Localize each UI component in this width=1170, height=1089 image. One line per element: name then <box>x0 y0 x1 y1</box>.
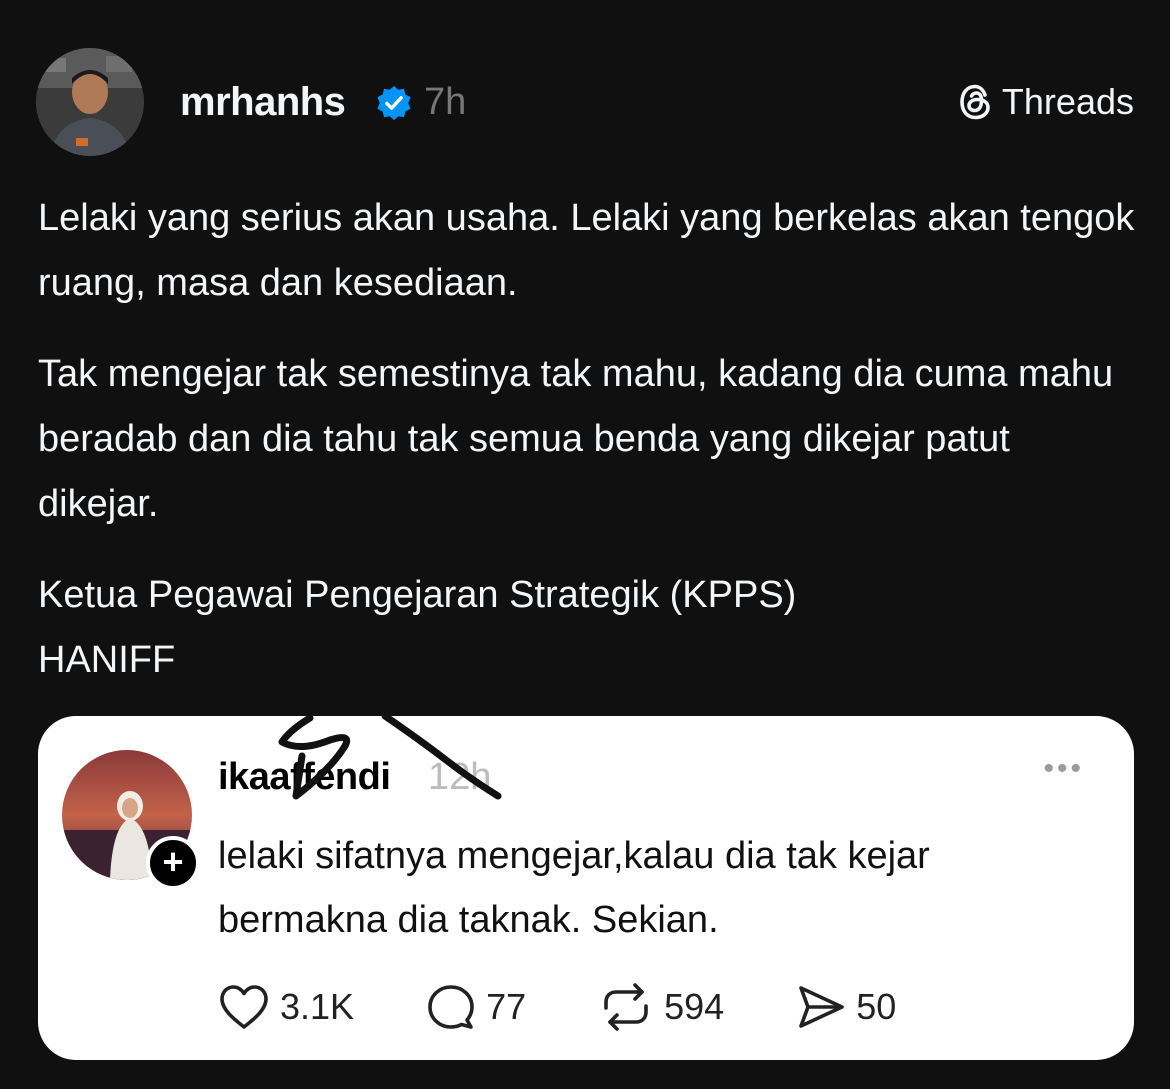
comment-bubble-icon <box>428 985 474 1029</box>
repost-icon <box>604 983 648 1031</box>
threads-logo-icon <box>960 84 990 120</box>
share-send-icon <box>799 986 844 1028</box>
repost-count: 594 <box>664 986 725 1027</box>
verified-badge-icon <box>377 85 411 121</box>
heart-icon <box>220 985 268 1029</box>
share-count: 50 <box>856 986 897 1027</box>
comment-count: 77 <box>486 986 527 1027</box>
author-avatar-image <box>36 48 144 156</box>
repost-button[interactable]: 594 <box>598 982 724 1032</box>
like-count: 3.1K <box>280 986 355 1027</box>
quoted-post-card[interactable]: + ikaaffendi 12h ••• lelaki sifatnya men… <box>38 716 1134 1060</box>
like-button[interactable]: 3.1K <box>218 983 354 1031</box>
follow-plus-button[interactable]: + <box>146 836 200 890</box>
author-username[interactable]: mrhanhs <box>180 78 346 126</box>
comment-button[interactable]: 77 <box>426 983 526 1031</box>
quoted-timestamp: 12h <box>428 756 492 798</box>
more-options-icon[interactable]: ••• <box>1043 754 1084 784</box>
author-avatar[interactable] <box>36 48 144 156</box>
post-paragraph: Ketua Pegawai Pengejaran Strategik (KPPS… <box>38 574 797 681</box>
share-button[interactable]: 50 <box>796 984 896 1030</box>
quoted-username[interactable]: ikaaffendi <box>218 754 391 800</box>
threads-brand-label: Threads <box>1001 81 1134 122</box>
threads-brand[interactable]: Threads <box>958 80 1134 124</box>
quoted-action-bar: 3.1K 77 594 50 <box>218 982 968 1032</box>
post-paragraph: Tak mengejar tak semestinya tak mahu, ka… <box>38 353 1114 525</box>
post-body: Lelaki yang serius akan usaha. Lelaki ya… <box>38 186 1138 719</box>
quoted-post-text: lelaki sifatnya mengejar,kalau dia tak k… <box>218 835 930 941</box>
post-timestamp: 7h <box>424 81 467 123</box>
post-paragraph: Lelaki yang serius akan usaha. Lelaki ya… <box>38 197 1135 304</box>
